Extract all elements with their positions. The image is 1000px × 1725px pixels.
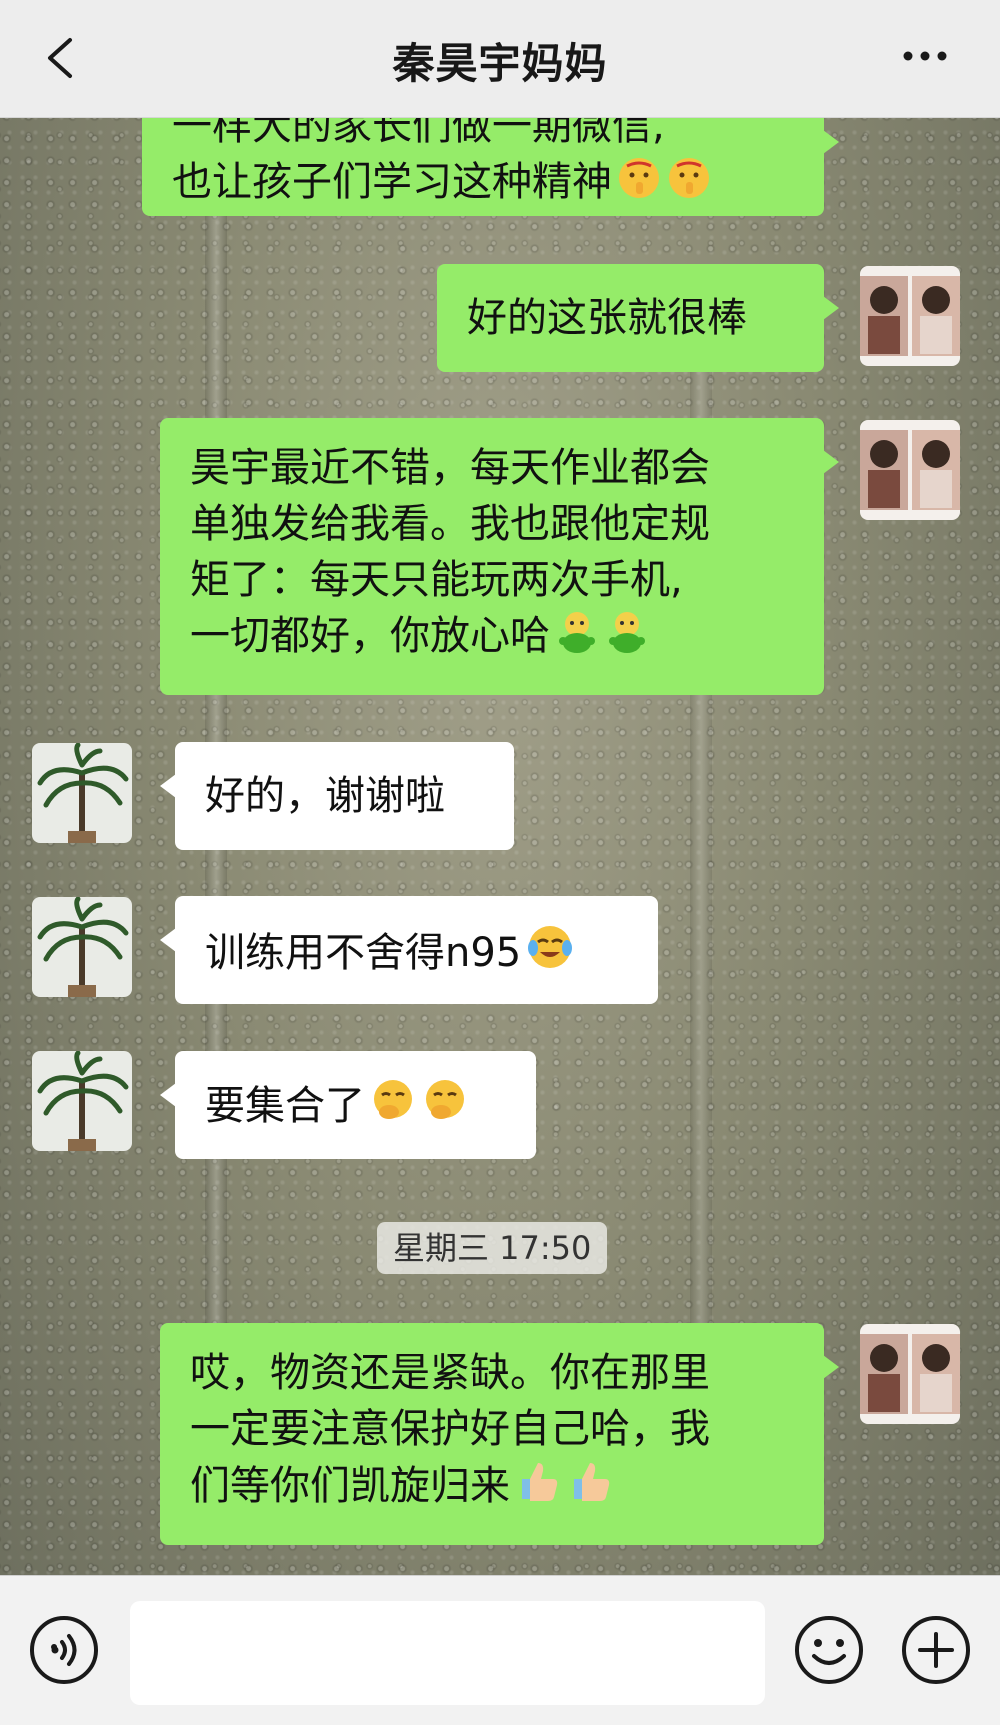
message-line-with-emoji: 要集合了 [205,1077,506,1134]
plant-avatar-icon [32,743,132,843]
thumbs-up-emoji-icon [522,1463,558,1501]
message-bubble-sent[interactable]: 昊宇最近不错，每天作业都会 单独发给我看。我也跟他定规 矩了：每天只能玩两次手机… [160,418,839,695]
hand-over-mouth-emoji-icon [426,1080,464,1119]
message-line: 哎，物资还是紧缺。你在那里 [190,1350,710,1396]
my-avatar[interactable] [860,420,960,520]
message-line-with-emoji: 一切都好，你放心哈 [190,608,794,664]
contact-avatar[interactable] [32,743,132,843]
message-line: 也让孩子们学习这种精神 [172,159,612,205]
green-doll-emoji-icon [609,612,645,653]
avatar-photo-icon [860,1324,960,1424]
message-bubble-received[interactable]: 要集合了 [160,1051,536,1159]
message-line: 好的，谢谢啦 [205,773,445,819]
hand-over-mouth-emoji-icon [374,1080,412,1119]
message-line: 要集合了 [205,1083,365,1129]
green-doll-emoji-icon [559,612,595,653]
message-line: 们等你们凯旋归来 [190,1463,510,1509]
message-bubble-received[interactable]: 训练用不舍得n95 [160,896,658,1004]
message-input[interactable] [130,1601,765,1705]
message-line: 一定要注意保护好自己哈，我 [190,1406,710,1452]
message-line: 单独发给我看。我也跟他定规 [190,501,710,547]
message-bubble-sent[interactable]: 哎，物资还是紧缺。你在那里 一定要注意保护好自己哈，我 们等你们凯旋归来 [160,1323,839,1545]
message-line-with-emoji: 们等你们凯旋归来 [190,1457,794,1514]
page-title: 秦昊宇妈妈 [392,39,608,88]
contact-avatar[interactable] [32,1051,132,1151]
shushing-face-emoji-icon [669,158,709,198]
message-line: 矩了：每天只能玩两次手机, [190,557,683,603]
more-options-icon[interactable] [900,44,950,68]
avatar-photo-icon [860,420,960,520]
message-line: 昊宇最近不错，每天作业都会 [190,445,710,491]
contact-avatar[interactable] [32,897,132,997]
message-bubble-received[interactable]: 好的，谢谢啦 [160,742,514,850]
message-bubble-sent[interactable]: 好的这张就很棒 [437,264,839,372]
chat-screen: 秦昊宇妈妈 一样大的家长们做一期微信, 也让孩子们学习这种精神 好的这张就很棒 [0,0,1000,1725]
message-line: 好的这张就很棒 [467,295,747,341]
message-line: 训练用不舍得n95 [205,930,522,976]
message-line-with-emoji: 训练用不舍得n95 [205,922,628,981]
message-line-with-emoji: 也让孩子们学习这种精神 [172,154,794,210]
chat-header: 秦昊宇妈妈 [0,0,1000,118]
emoji-icon[interactable] [793,1614,865,1686]
shushing-face-emoji-icon [619,158,659,198]
timestamp-label: 星期三 17:50 [377,1222,608,1274]
plus-icon[interactable] [900,1614,972,1686]
my-avatar[interactable] [860,266,960,366]
thumbs-up-emoji-icon [574,1463,610,1501]
crying-face-emoji-icon [528,926,573,968]
voice-icon[interactable] [28,1614,100,1686]
message-line: 一切都好，你放心哈 [190,613,550,659]
plant-avatar-icon [32,1051,132,1151]
my-avatar[interactable] [860,1324,960,1424]
plant-avatar-icon [32,897,132,997]
avatar-photo-icon [860,266,960,366]
